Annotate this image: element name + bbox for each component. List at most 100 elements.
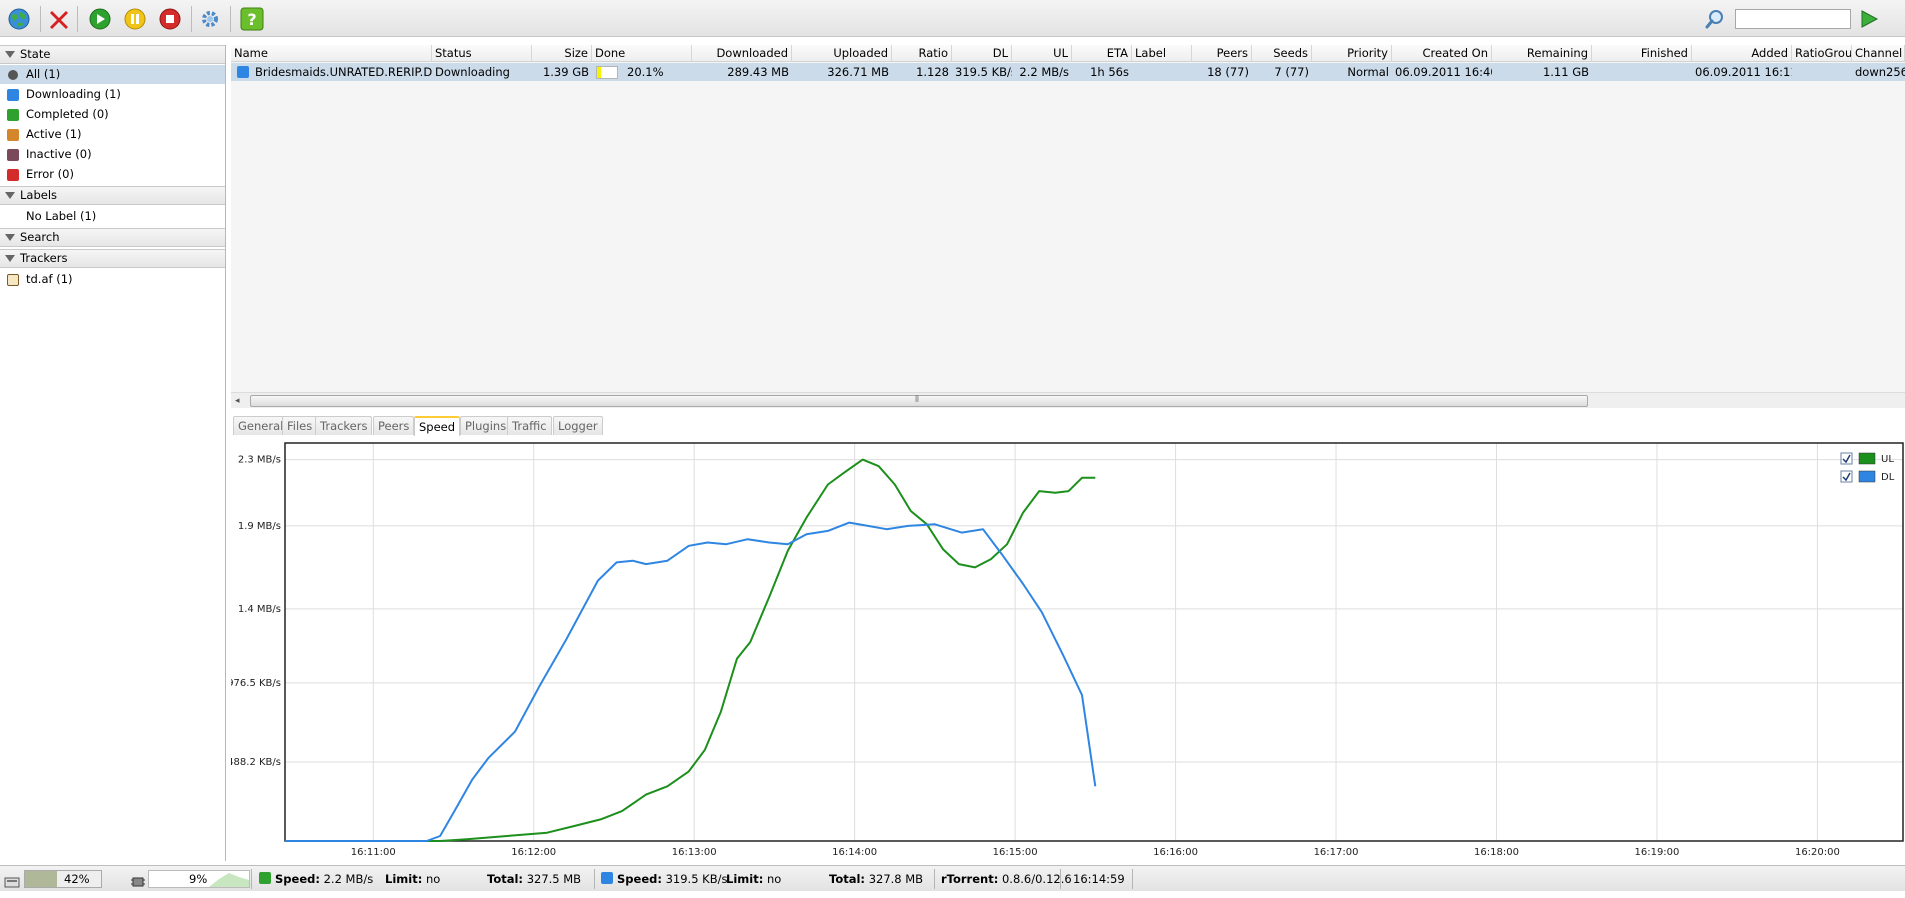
torrent-status: Downloading	[435, 65, 510, 79]
search-input[interactable]	[1735, 9, 1851, 29]
error-icon	[7, 169, 19, 181]
done-percent: 20.1%	[627, 65, 664, 79]
disk-usage-fill	[25, 871, 57, 887]
sidebar-item-active[interactable]: Active (1)	[0, 125, 225, 144]
state-header-label: State	[20, 47, 51, 61]
torrent-ratio: 1.128	[916, 65, 949, 79]
dl-speed-label: Speed:	[617, 872, 662, 886]
clock-time: 16:14:59	[1073, 872, 1125, 886]
scrollbar-thumb[interactable]: ⦀	[250, 395, 1588, 407]
collapse-icon	[5, 51, 15, 58]
column-header-peers[interactable]: Peers	[1192, 45, 1252, 62]
ul-total-value: 327.5 MB	[526, 872, 582, 886]
torrent-channel: down256	[1855, 65, 1905, 79]
legend-swatch-ul	[1858, 452, 1876, 465]
column-header-eta[interactable]: ETA	[1072, 45, 1132, 62]
tab-logger[interactable]: Logger	[553, 416, 603, 435]
column-header-downloaded[interactable]: Downloaded	[692, 45, 792, 62]
torrent-name: Bridesmaids.UNRATED.RERIP.DVDI	[255, 65, 432, 79]
column-header-seeds[interactable]: Seeds	[1252, 45, 1312, 62]
trackers-header[interactable]: Trackers	[0, 249, 225, 268]
labels-header[interactable]: Labels	[0, 186, 225, 205]
y-tick-label: 1.9 MB/s	[238, 521, 281, 532]
column-header-uploaded[interactable]: Uploaded	[792, 45, 892, 62]
torrent-peers: 18 (77)	[1207, 65, 1249, 79]
torrent-list: Name Status Size Done Downloaded Uploade…	[231, 45, 1905, 408]
downloading-icon	[7, 89, 19, 101]
disk-usage-bar: 42%	[24, 870, 102, 888]
tab-trackers[interactable]: Trackers	[315, 416, 373, 435]
sidebar-item-all[interactable]: All (1)	[0, 65, 225, 84]
sidebar-item-error[interactable]: Error (0)	[0, 165, 225, 184]
list-header: Name Status Size Done Downloaded Uploade…	[231, 45, 1905, 62]
settings-icon[interactable]	[198, 7, 222, 31]
stop-icon[interactable]	[158, 7, 182, 31]
trackers-header-label: Trackers	[20, 251, 68, 265]
x-tick-label: 16:12:00	[511, 847, 556, 858]
start-icon[interactable]	[88, 7, 112, 31]
toolbar: ?	[0, 0, 1905, 37]
ul-limit-label: Limit:	[385, 872, 423, 886]
go-icon[interactable]	[1857, 7, 1881, 31]
dl-total-value: 327.8 MB	[868, 872, 924, 886]
column-header-name[interactable]: Name	[231, 45, 432, 62]
delete-icon[interactable]	[47, 7, 71, 31]
column-header-done[interactable]: Done	[592, 45, 692, 62]
collapse-icon	[5, 192, 15, 199]
tab-plugins[interactable]: Plugins	[460, 416, 512, 435]
inactive-icon	[7, 149, 19, 161]
sidebar-item-tracker[interactable]: td.af (1)	[0, 270, 225, 289]
column-header-ratio-group[interactable]: RatioGroup	[1792, 45, 1852, 62]
x-tick-label: 16:11:00	[351, 847, 396, 858]
tab-traffic[interactable]: Traffic	[507, 416, 552, 435]
column-header-dl[interactable]: DL	[952, 45, 1012, 62]
tab-peers[interactable]: Peers	[373, 416, 415, 435]
y-tick-label: 976.5 KB/s	[231, 678, 281, 689]
search-icon[interactable]	[1703, 7, 1727, 31]
tab-files[interactable]: Files	[282, 416, 318, 435]
column-header-label[interactable]: Label	[1132, 45, 1192, 62]
globe-icon[interactable]	[7, 7, 31, 31]
column-header-status[interactable]: Status	[432, 45, 532, 62]
column-header-priority[interactable]: Priority	[1312, 45, 1392, 62]
column-header-remaining[interactable]: Remaining	[1492, 45, 1592, 62]
tab-general[interactable]: General	[233, 416, 289, 435]
ul-speed-label: Speed:	[275, 872, 320, 886]
speed-chart: 16:11:00 16:12:00 16:13:00 16:14:00 16:15:00…	[227, 442, 1904, 858]
sidebar: State All (1) Downloading (1) Completed …	[0, 45, 226, 861]
column-header-ul[interactable]: UL	[1012, 45, 1072, 62]
torrent-downloaded: 289.43 MB	[727, 65, 789, 79]
sidebar-item-completed[interactable]: Completed (0)	[0, 105, 225, 124]
ul-limit-value[interactable]: no	[426, 872, 440, 886]
column-header-channel[interactable]: Channel	[1852, 45, 1905, 62]
dl-limit-value[interactable]: no	[767, 872, 781, 886]
column-header-finished[interactable]: Finished	[1592, 45, 1692, 62]
state-header[interactable]: State	[0, 45, 225, 64]
column-header-created-on[interactable]: Created On	[1392, 45, 1492, 62]
cpu-usage-graph: 9%	[148, 870, 250, 888]
x-tick-label: 16:20:00	[1795, 847, 1840, 858]
x-tick-label: 16:17:00	[1314, 847, 1359, 858]
sidebar-item-label: Completed (0)	[26, 107, 109, 121]
sidebar-item-label: Inactive (0)	[26, 147, 92, 161]
torrent-uploaded: 326.71 MB	[827, 65, 889, 79]
torrent-eta: 1h 56s	[1090, 65, 1129, 79]
tab-speed[interactable]: Speed	[414, 416, 461, 436]
pause-icon[interactable]	[123, 7, 147, 31]
all-icon	[8, 70, 18, 80]
column-header-ratio[interactable]: Ratio	[892, 45, 952, 62]
ul-total-label: Total:	[487, 872, 524, 886]
search-header[interactable]: Search	[0, 228, 225, 247]
column-header-added[interactable]: Added	[1692, 45, 1792, 62]
sidebar-item-downloading[interactable]: Downloading (1)	[0, 85, 225, 104]
collapse-icon	[5, 234, 15, 241]
sidebar-item-no-label[interactable]: No Label (1)	[0, 207, 225, 226]
scroll-left-icon[interactable]: ◂	[235, 396, 240, 406]
horizontal-scrollbar[interactable]: ◂ ⦀	[231, 392, 1905, 408]
column-header-size[interactable]: Size	[532, 45, 592, 62]
table-row[interactable]: Bridesmaids.UNRATED.RERIP.DVDI Downloadi…	[231, 63, 1905, 81]
help-icon[interactable]: ?	[240, 7, 264, 31]
torrent-finished	[1592, 63, 1692, 81]
upload-icon	[259, 872, 271, 884]
sidebar-item-inactive[interactable]: Inactive (0)	[0, 145, 225, 164]
